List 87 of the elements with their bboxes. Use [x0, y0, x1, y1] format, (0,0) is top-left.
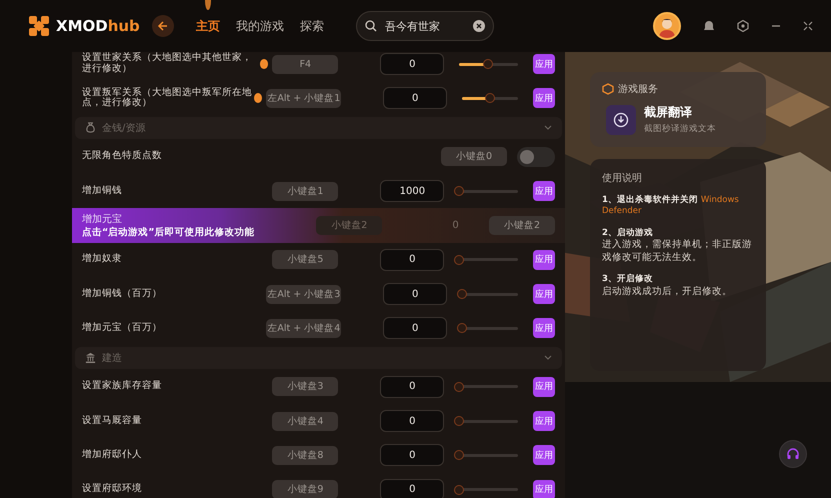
apply-button[interactable]: 应用 [532, 411, 555, 432]
value-input[interactable]: 0 [380, 478, 444, 498]
cheat-label: 设置家族库存容量 [82, 381, 163, 392]
brand-logo[interactable]: XMODhub [28, 15, 152, 37]
unlock-notice: 点击“启动游戏”后即可使用此修改功能 [82, 226, 256, 239]
hotkey-chip[interactable]: 小键盘9 [272, 480, 338, 498]
info-icon[interactable] [260, 59, 268, 70]
cheat-label: 增加府邸仆人 [82, 450, 143, 461]
hotkey-chip[interactable]: 小键盘0 [441, 147, 507, 166]
cheat-label: 增加奴隶 [82, 254, 123, 266]
card-title: 使用说明 [602, 172, 643, 185]
arrow-left-icon [157, 20, 169, 32]
hotkey-chip[interactable]: 左Alt + 小键盘3 [266, 284, 342, 304]
chevron-icon [544, 354, 552, 361]
value-input[interactable]: 0 [383, 317, 448, 340]
app-subtitle: 截图秒译游戏文本 [644, 123, 716, 135]
bank-icon [85, 352, 96, 364]
hotkey-chip[interactable]: 左Alt + 小键盘4 [266, 318, 342, 338]
section-title: 金钱/资源 [102, 122, 146, 135]
step-heading: 1、退出杀毒软件并关闭 Windows Defender [602, 195, 740, 218]
cheat-label: 无限角色特质点数 [82, 151, 163, 162]
toggle-switch[interactable] [517, 146, 555, 167]
brand-name: XMODhub [56, 17, 140, 35]
cheat-label: 增加元宝（百万） [82, 322, 163, 334]
value-input[interactable]: 0 [380, 410, 444, 432]
apply-button[interactable]: 应用 [532, 445, 555, 466]
step-text: 进入游戏，需保持单机；非正版游戏修改可能无法生效。 [602, 239, 753, 264]
nav-tab[interactable]: 我的游戏 [228, 14, 292, 38]
hotkey-chip[interactable]: 小键盘5 [272, 250, 338, 270]
user-avatar[interactable] [653, 12, 681, 40]
cheat-label: 设置府邸环境 [82, 484, 143, 496]
section-header[interactable]: 金钱/资源 [75, 116, 562, 139]
value-input[interactable]: 1000 [380, 180, 444, 202]
hotkey-chip[interactable]: F4 [272, 54, 338, 74]
hotkey-chip[interactable]: 小键盘1 [272, 182, 338, 201]
apply-button[interactable]: 应用 [532, 480, 555, 498]
bag-icon [85, 122, 96, 134]
apply-button[interactable]: 应用 [532, 54, 555, 74]
cheat-label: 增加元宝 [82, 212, 123, 226]
hotkey-chip[interactable]: 小键盘2 [489, 216, 555, 235]
clear-icon[interactable] [473, 20, 485, 32]
hotkey-chip[interactable]: 左Alt + 小键盘1 [266, 88, 342, 108]
value-input[interactable]: 0 [383, 87, 448, 110]
section-title: 建造 [102, 352, 122, 365]
chevron-icon [544, 124, 552, 131]
value-input[interactable]: 0 [380, 376, 444, 398]
info-icon[interactable] [254, 93, 262, 104]
back-button[interactable] [152, 15, 174, 37]
nav-tab[interactable]: 主页 [188, 14, 228, 38]
cheat-label: 设置世家关系（大地图选中其他世家，进行修改） [82, 53, 253, 76]
value-input[interactable]: 0 [380, 444, 444, 466]
value-input[interactable]: 0 [383, 283, 448, 306]
step-text: 启动游戏成功后，开启修改。 [602, 286, 733, 298]
download-icon [606, 104, 636, 134]
apply-button[interactable]: 应用 [532, 376, 555, 397]
fullscreen-icon[interactable] [803, 21, 813, 31]
cheat-label: 设置马厩容量 [82, 416, 143, 426]
cheat-label: 设置叛军关系（大地图选中叛军所在地点，进行修改） [82, 88, 253, 110]
value-input[interactable]: 0 [380, 53, 444, 76]
apply-button[interactable]: 应用 [533, 88, 556, 108]
value-input[interactable]: 0 [380, 248, 444, 271]
search-input[interactable]: 吾今有世家 [383, 18, 467, 34]
hotkey-chip[interactable]: 小键盘8 [272, 446, 338, 465]
apply-button[interactable]: 应用 [533, 318, 556, 338]
hotkey-chip[interactable]: 小键盘4 [272, 412, 338, 431]
apply-button[interactable]: 应用 [533, 284, 556, 304]
step-heading: 2、启动游戏 [602, 228, 654, 239]
logo-icon [28, 15, 50, 37]
nav-tab[interactable]: 探索 [292, 14, 332, 38]
hotkey-chip: 小键盘2 [316, 216, 382, 235]
card-title: 游戏服务 [618, 82, 658, 96]
search-icon [365, 20, 377, 32]
cube-icon [602, 83, 614, 95]
app-tile[interactable]: 截屏翻译 截图秒译游戏文本 [602, 102, 754, 137]
notification-icon[interactable] [703, 20, 715, 32]
section-header[interactable]: 建造 [75, 346, 562, 369]
app-title: 截屏翻译 [644, 104, 693, 121]
settings-icon[interactable] [737, 20, 749, 32]
cheat-label: 增加铜钱 [82, 186, 123, 196]
apply-button[interactable]: 应用 [532, 250, 555, 270]
step-heading: 3、开启修改 [602, 274, 654, 286]
value-text: 0 [451, 220, 460, 231]
apply-button[interactable]: 应用 [532, 181, 555, 202]
cheat-label: 增加铜钱（百万） [82, 288, 163, 300]
headset-icon [786, 447, 800, 461]
hotkey-chip[interactable]: 小键盘3 [272, 377, 338, 396]
search-field[interactable]: 吾今有世家 [356, 11, 494, 41]
